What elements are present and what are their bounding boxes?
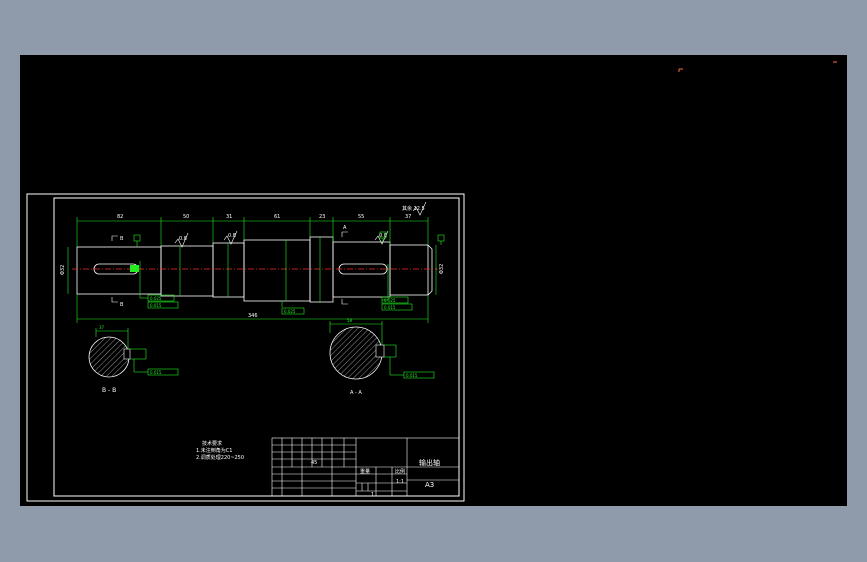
title-block-sheet-size: A3 <box>425 481 434 489</box>
cut-label-b-top: B <box>120 236 124 242</box>
dim-top-5: 23 <box>319 214 325 220</box>
shaft-segment-6 <box>332 241 391 298</box>
dim-top-2: 50 <box>183 214 189 220</box>
title-block-material: 45 <box>311 460 317 466</box>
shaft-segment-7 <box>389 244 429 296</box>
technical-requirements: 技术要求 1.未注倒角为C1 2.调质处理220~250 <box>196 440 244 461</box>
roughness-general: 其余 12.5 <box>402 205 425 212</box>
shaft-segment-2 <box>160 245 214 297</box>
dim-top-7: 37 <box>405 214 411 220</box>
section-a-label: A - A <box>350 390 362 396</box>
crosshair-marker <box>678 68 683 72</box>
tech-req-line2: 2.调质处理220~250 <box>196 454 244 461</box>
section-b-label: B - B <box>102 387 116 394</box>
dim-dia-right: Φ32 <box>439 264 445 274</box>
tech-req-line1: 1.未注倒角为C1 <box>196 447 232 454</box>
title-block-scale-label: 比例 <box>395 468 405 475</box>
shaft-segment-5 <box>309 236 334 303</box>
tol-3: 0.025 <box>384 298 396 303</box>
tolerance-frames <box>147 294 413 315</box>
shaft-segment-3 <box>212 242 245 298</box>
tol-5: 0.025 <box>284 309 296 314</box>
cut-label-b-bottom: B <box>120 302 124 308</box>
cut-label-a-top: A <box>343 225 347 231</box>
section-b-width: 37 <box>99 325 105 330</box>
title-block-weight-label: 重量 <box>360 468 370 475</box>
cad-drawing-canvas: 82 50 31 61 23 55 37 346 Φ32 Φ32 0.8 0.8… <box>26 61 837 502</box>
section-a-width: 58 <box>347 318 353 323</box>
dim-dia-left: Φ32 <box>60 265 66 275</box>
dim-top-6: 55 <box>358 214 364 220</box>
section-b-tol: 0.015 <box>150 370 162 375</box>
dim-top-4: 61 <box>274 214 280 220</box>
shaft-segment-4 <box>243 239 311 302</box>
dim-top-3: 31 <box>226 214 232 220</box>
section-a-a: 58 0.015 A - A <box>329 318 435 396</box>
section-b-b: 37 0.015 B - B <box>88 325 179 394</box>
title-block-part-name: 输出轴 <box>419 458 440 467</box>
section-a-tol: 0.015 <box>406 373 418 378</box>
cad-drawing-viewport[interactable]: 82 50 31 61 23 55 37 346 Φ32 Φ32 0.8 0.8… <box>20 55 847 506</box>
tol-2: 0.015 <box>150 303 162 308</box>
dim-top-1: 82 <box>117 214 123 220</box>
shaft-segment-1 <box>76 246 162 295</box>
tech-req-heading: 技术要求 <box>202 440 222 447</box>
roughness-1: 0.8 <box>179 236 187 242</box>
title-block-scale: 1:1 <box>396 479 404 485</box>
dim-total: 346 <box>248 313 258 319</box>
tol-4: 0.015 <box>384 305 396 310</box>
tol-1: 0.025 <box>150 296 162 301</box>
key-marker <box>130 265 139 272</box>
title-block-quantity: 1 <box>371 492 374 498</box>
roughness-2: 0.8 <box>228 233 236 239</box>
